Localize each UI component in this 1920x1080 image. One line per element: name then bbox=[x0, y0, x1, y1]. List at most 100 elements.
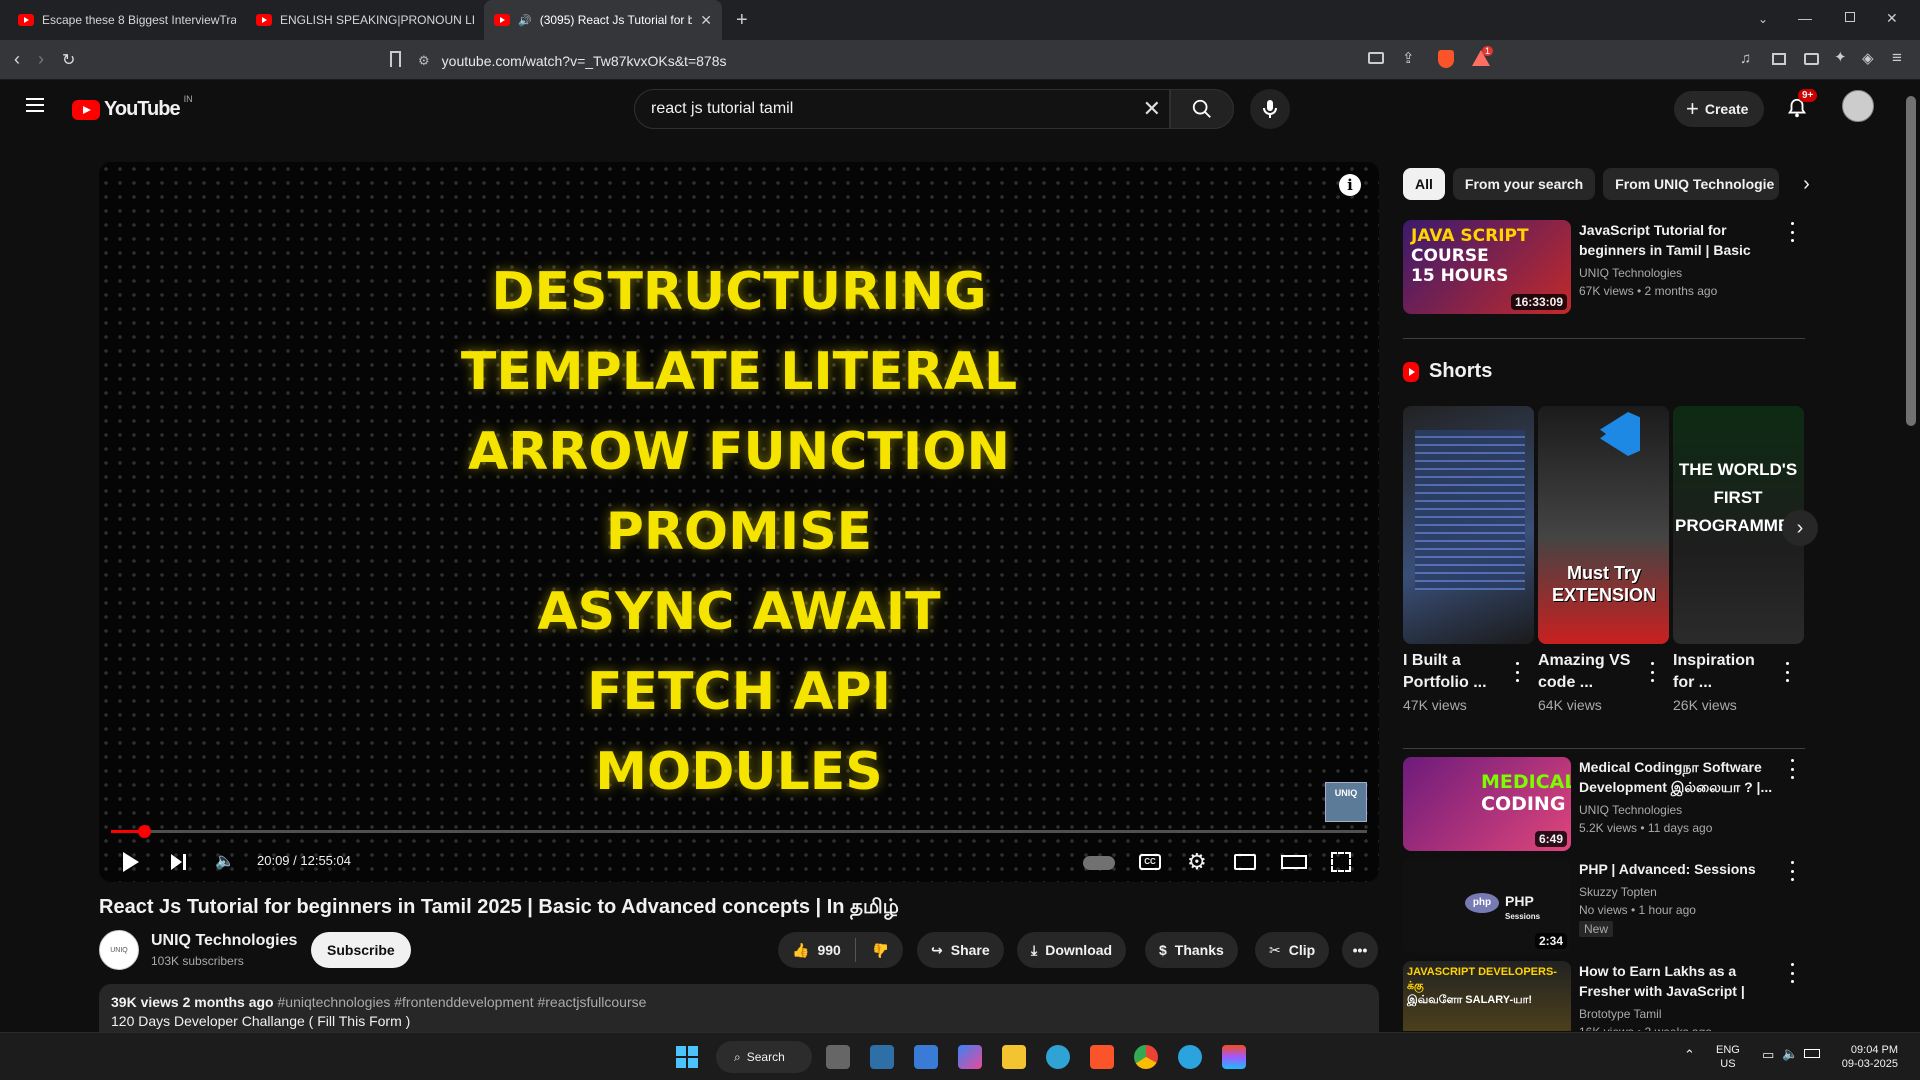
next-button[interactable] bbox=[171, 854, 187, 870]
scrubber-handle[interactable] bbox=[137, 825, 151, 838]
shorts-next-button[interactable]: › bbox=[1782, 510, 1818, 546]
restore-icon[interactable] bbox=[1845, 12, 1855, 22]
clip-button[interactable]: ✂ Clip bbox=[1255, 932, 1330, 968]
channel-avatar[interactable]: UNIQ bbox=[99, 930, 139, 970]
minimize-icon[interactable]: — bbox=[1798, 10, 1812, 26]
browser-tab-active[interactable]: 🔊 (3095) React Js Tutorial for b ✕ bbox=[484, 0, 722, 40]
recommended-video[interactable]: JAVA SCRIPT COURSE 15 HOURS 16:33:09 Jav… bbox=[1403, 220, 1803, 314]
thanks-button[interactable]: $ Thanks bbox=[1145, 932, 1238, 968]
page-scrollbar[interactable] bbox=[1906, 96, 1916, 426]
download-button[interactable]: ⤓ Download bbox=[1017, 932, 1127, 968]
channel-name[interactable]: UNIQ Technologies bbox=[151, 932, 297, 950]
clock[interactable]: 09:04 PM 09-03-2025 bbox=[1834, 1043, 1898, 1071]
chip-from-channel[interactable]: From UNIQ Technologie bbox=[1603, 168, 1780, 200]
theater-mode-icon[interactable] bbox=[1281, 855, 1307, 869]
info-icon[interactable]: i bbox=[1339, 174, 1361, 196]
more-vertical-icon[interactable] bbox=[1789, 963, 1795, 983]
more-vertical-icon[interactable] bbox=[1789, 861, 1795, 881]
brave-shields-icon[interactable] bbox=[1438, 50, 1454, 68]
miniplayer-icon[interactable] bbox=[1234, 854, 1256, 870]
close-tab-icon[interactable]: ✕ bbox=[700, 12, 712, 29]
share-icon[interactable]: ⇪ bbox=[1402, 49, 1415, 67]
search-button[interactable] bbox=[1170, 89, 1234, 129]
like-button[interactable]: 👍 990 bbox=[778, 938, 856, 962]
video-thumbnail[interactable]: MEDICAL CODING 6:49 bbox=[1403, 757, 1571, 851]
speaker-icon[interactable]: 🔈 bbox=[1782, 1046, 1798, 1062]
video-thumbnail[interactable]: JAVA SCRIPT COURSE 15 HOURS 16:33:09 bbox=[1403, 220, 1571, 314]
short-thumbnail[interactable]: Must Try EXTENSION bbox=[1538, 406, 1669, 644]
address-bar[interactable]: ⚙ youtube.com/watch?v=_Tw87kvxOKs&t=878s bbox=[418, 48, 1498, 74]
more-vertical-icon[interactable] bbox=[1649, 662, 1655, 682]
account-avatar[interactable] bbox=[1842, 90, 1874, 122]
share-button[interactable]: ↪ Share bbox=[917, 932, 1004, 968]
fullscreen-icon[interactable] bbox=[1331, 852, 1351, 872]
hamburger-menu-icon[interactable] bbox=[26, 98, 44, 112]
youtube-logo[interactable]: YouTube IN bbox=[72, 94, 193, 121]
more-vertical-icon[interactable] bbox=[1784, 662, 1790, 682]
chevron-right-icon[interactable]: › bbox=[1803, 168, 1810, 200]
short-thumbnail[interactable] bbox=[1403, 406, 1534, 644]
recommended-video[interactable]: MEDICAL CODING 6:49 Medical Codingநா Sof… bbox=[1403, 757, 1803, 851]
more-vertical-icon[interactable] bbox=[1789, 222, 1795, 242]
show-hidden-icons-icon[interactable]: ⌃ bbox=[1684, 1047, 1695, 1063]
short-item[interactable]: I Built a Portfolio ... 47K views bbox=[1403, 406, 1534, 713]
voice-search-button[interactable] bbox=[1250, 89, 1290, 129]
more-vertical-icon[interactable] bbox=[1789, 759, 1795, 779]
figma-icon[interactable] bbox=[1222, 1045, 1246, 1069]
hashtags[interactable]: #uniqtechnologies #frontenddevelopment #… bbox=[278, 994, 647, 1010]
chip-from-your-search[interactable]: From your search bbox=[1452, 168, 1596, 200]
clear-search-icon[interactable]: ✕ bbox=[1143, 96, 1161, 122]
dislike-button[interactable]: 👍 bbox=[864, 942, 903, 959]
short-item[interactable]: Must Try EXTENSION Amazing VS code ... 6… bbox=[1538, 406, 1669, 713]
language-indicator[interactable]: ENG US bbox=[1716, 1043, 1740, 1071]
brave-icon[interactable] bbox=[1090, 1045, 1114, 1069]
telegram-icon[interactable] bbox=[1178, 1045, 1202, 1069]
video-player[interactable]: i DESTRUCTURING TEMPLATE LITERAL ARROW F… bbox=[99, 162, 1379, 882]
menu-icon[interactable]: ≡ bbox=[1892, 48, 1902, 68]
new-tab-icon[interactable]: + bbox=[736, 9, 748, 32]
copilot-icon[interactable] bbox=[958, 1045, 982, 1069]
chip-all[interactable]: All bbox=[1403, 168, 1445, 200]
file-explorer-icon[interactable] bbox=[1002, 1045, 1026, 1069]
more-vertical-icon[interactable] bbox=[1514, 662, 1520, 682]
short-item[interactable]: THE WORLD'S FIRST PROGRAMMER Inspiration… bbox=[1673, 406, 1804, 713]
video-thumbnail[interactable]: php PHP Sessions 2:34 bbox=[1403, 859, 1571, 953]
cast-icon[interactable] bbox=[1368, 52, 1384, 64]
browser-tab[interactable]: ENGLISH SPEAKING|PRONOUN LES bbox=[246, 0, 484, 40]
close-window-icon[interactable]: ✕ bbox=[1886, 10, 1898, 27]
play-button[interactable] bbox=[123, 852, 139, 872]
wallet-icon[interactable] bbox=[1804, 53, 1819, 65]
vpn-icon[interactable]: ◈ bbox=[1862, 49, 1874, 67]
video-thumbnail[interactable]: JAVASCRIPT DEVELOPERS-க்கு இவ்வளோ SALARY… bbox=[1403, 961, 1571, 1031]
widgets-icon[interactable] bbox=[870, 1045, 894, 1069]
windows-start-icon[interactable] bbox=[676, 1046, 698, 1068]
bookmark-icon[interactable] bbox=[390, 51, 401, 67]
recommended-video[interactable]: JAVASCRIPT DEVELOPERS-க்கு இவ்வளோ SALARY… bbox=[1403, 961, 1803, 1031]
store-icon[interactable] bbox=[914, 1045, 938, 1069]
taskbar-search-button[interactable]: ⌕ Search bbox=[716, 1041, 812, 1073]
edge-icon[interactable] bbox=[1046, 1045, 1070, 1069]
autoplay-toggle[interactable] bbox=[1083, 856, 1115, 870]
sidebar-icon[interactable] bbox=[1772, 53, 1786, 65]
leo-ai-icon[interactable]: ✦ bbox=[1834, 48, 1847, 66]
battery-icon[interactable] bbox=[1804, 1049, 1820, 1058]
task-view-icon[interactable] bbox=[826, 1045, 850, 1069]
channel-watermark[interactable]: UNIQ bbox=[1325, 782, 1367, 822]
more-actions-button[interactable]: ••• bbox=[1342, 932, 1378, 968]
reload-icon[interactable]: ↻ bbox=[62, 50, 75, 70]
notifications-button[interactable]: 9+ bbox=[1786, 89, 1818, 121]
progress-bar[interactable] bbox=[111, 825, 1367, 838]
site-settings-icon[interactable]: ⚙ bbox=[418, 53, 430, 69]
settings-gear-icon[interactable]: ⚙ bbox=[1187, 849, 1207, 875]
recommended-video[interactable]: php PHP Sessions 2:34 PHP | Advanced: Se… bbox=[1403, 859, 1803, 953]
browser-tab[interactable]: Escape these 8 Biggest InterviewTra bbox=[8, 0, 246, 40]
chrome-icon[interactable] bbox=[1134, 1045, 1158, 1069]
tab-search-icon[interactable]: ⌄ bbox=[1758, 12, 1768, 26]
playlist-icon[interactable]: ♫ bbox=[1740, 50, 1751, 67]
volume-icon[interactable]: 🔈 bbox=[215, 851, 235, 871]
forward-icon[interactable]: › bbox=[38, 49, 44, 70]
back-icon[interactable]: ‹ bbox=[14, 49, 20, 70]
search-input[interactable]: react js tutorial tamil ✕ bbox=[634, 89, 1170, 129]
create-button[interactable]: + Create bbox=[1674, 91, 1765, 127]
subtitles-cc-icon[interactable]: CC bbox=[1139, 854, 1161, 870]
